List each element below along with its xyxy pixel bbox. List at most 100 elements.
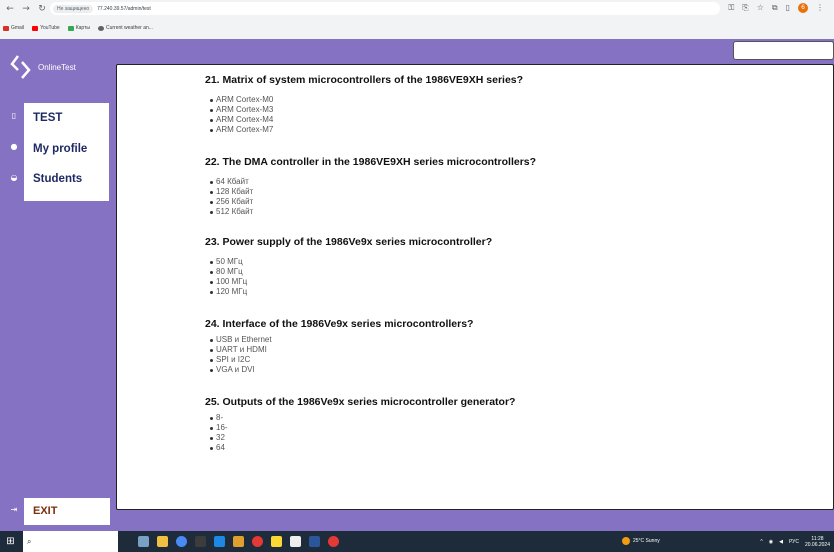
question-block: 21. Matrix of system microcontrollers of… xyxy=(205,74,523,135)
explorer-icon[interactable] xyxy=(157,536,168,547)
bookmarks-bar: Gmail YouTube Карты Current weather an..… xyxy=(0,21,834,35)
browser-chrome: ← → ↻ Не защищено 77.240.39.57/admin/tes… xyxy=(0,0,834,39)
questions-panel: 21. Matrix of system microcontrollers of… xyxy=(116,64,834,510)
answer-list: 8- 16- 32 64 xyxy=(205,413,515,453)
globe-icon xyxy=(97,25,104,31)
browser-actions: ⚿ ⎘ ☆ ⧉ ▯ 6 ⋮ xyxy=(728,3,824,13)
answer-option[interactable]: 16- xyxy=(210,423,515,433)
sidepanel-icon[interactable]: ▯ xyxy=(786,3,790,13)
extensions-icon[interactable]: ⧉ xyxy=(772,3,778,13)
question-title: 21. Matrix of system microcontrollers of… xyxy=(205,74,524,86)
taskbar-search-input[interactable]: ⌕ xyxy=(23,531,118,552)
forward-icon[interactable]: → xyxy=(20,3,32,15)
question-title: 24. Interface of the 1986Ve9x series mic… xyxy=(205,318,474,330)
search-input[interactable] xyxy=(733,41,834,60)
url-text[interactable]: 77.240.39.57/admin/test xyxy=(97,6,151,12)
answer-option[interactable]: 32 xyxy=(210,433,515,443)
chrome-icon[interactable] xyxy=(176,536,187,547)
group-icon: ◒ xyxy=(10,173,18,182)
opera-icon[interactable] xyxy=(328,536,339,547)
book-icon: ▯ xyxy=(11,111,17,120)
weather-text: 25°C Sunny xyxy=(633,538,660,544)
answer-list: ARM Cortex-M0 ARM Cortex-M3 ARM Cortex-M… xyxy=(205,95,523,135)
answer-option[interactable]: 256 Кбайт xyxy=(210,197,536,207)
notes-icon[interactable] xyxy=(290,536,301,547)
app-frame: OnlineTest ▯ ● ◒ TEST My profile Student… xyxy=(0,39,834,531)
answer-option[interactable]: 50 МГц xyxy=(210,257,492,267)
sun-icon xyxy=(622,537,630,545)
maps-icon xyxy=(67,25,74,31)
youtube-icon xyxy=(32,25,39,31)
yandex-icon[interactable] xyxy=(252,536,263,547)
question-title: 22. The DMA controller in the 1986VE9XH … xyxy=(205,156,537,168)
star-icon[interactable]: ☆ xyxy=(757,3,764,13)
answer-option[interactable]: ARM Cortex-M0 xyxy=(210,95,523,105)
bookmark-youtube[interactable]: YouTube xyxy=(32,25,60,31)
sidebar-item-students[interactable]: Students xyxy=(24,164,109,195)
answer-list: 64 Кбайт 128 Кбайт 256 Кбайт 512 Кбайт xyxy=(205,177,536,217)
logo-mark-icon xyxy=(10,55,31,79)
word-icon[interactable] xyxy=(309,536,320,547)
taskbar-apps xyxy=(138,536,339,547)
question-block: 23. Power supply of the 1986Ve9x series … xyxy=(205,236,492,297)
address-bar[interactable]: Не защищено 77.240.39.57/admin/test xyxy=(50,2,720,15)
sidebar-item-test[interactable]: TEST xyxy=(24,103,109,134)
gmail-icon xyxy=(3,25,9,31)
translate-icon[interactable]: ⎘ xyxy=(742,3,748,13)
browser-navbar: ← → ↻ Не защищено 77.240.39.57/admin/tes… xyxy=(0,0,834,17)
language-indicator[interactable]: РУС xyxy=(789,539,799,545)
answer-option[interactable]: 8- xyxy=(210,413,515,423)
answer-option[interactable]: UART и HDMI xyxy=(210,345,473,355)
task-view-icon[interactable] xyxy=(138,536,149,547)
profile-avatar[interactable]: 6 xyxy=(798,3,808,13)
terminal-icon[interactable] xyxy=(195,536,206,547)
sidebar-menu: TEST My profile Students xyxy=(24,103,109,201)
answer-option[interactable]: 512 Кбайт xyxy=(210,207,536,217)
answer-option[interactable]: ARM Cortex-M7 xyxy=(210,125,523,135)
reload-icon[interactable]: ↻ xyxy=(36,3,48,15)
answer-option[interactable]: 128 Кбайт xyxy=(210,187,536,197)
clock-date: 20.06.2024 xyxy=(804,541,830,548)
system-tray: ^ ◉ ◀ РУС 11:28 20.06.2024 xyxy=(760,531,830,552)
answer-option[interactable]: VGA и DVI xyxy=(210,365,473,375)
bookmark-gmail[interactable]: Gmail xyxy=(3,25,24,31)
os-taskbar: ⊞ ⌕ 25°C Sunny ^ ◉ ◀ РУС 11:28 20.06.202… xyxy=(0,531,834,552)
exit-icon: ⇥ xyxy=(10,505,18,514)
files-icon[interactable] xyxy=(233,536,244,547)
app-logo[interactable]: OnlineTest xyxy=(10,54,76,80)
question-block: 25. Outputs of the 1986Ve9x series micro… xyxy=(205,396,515,453)
volume-icon[interactable]: ◀ xyxy=(779,539,783,545)
yandex-disk-icon[interactable] xyxy=(271,536,282,547)
answer-option[interactable]: 100 МГц xyxy=(210,277,492,287)
vscode-icon[interactable] xyxy=(214,536,225,547)
answer-list: 50 МГц 80 МГц 100 МГц 120 МГц xyxy=(205,257,492,297)
logo-text: OnlineTest xyxy=(38,62,76,72)
answer-option[interactable]: USB и Ethernet xyxy=(210,335,473,345)
answer-option[interactable]: 120 МГц xyxy=(210,287,492,297)
answer-list: USB и Ethernet UART и HDMI SPI и I2C VGA… xyxy=(205,335,473,375)
windows-start-icon[interactable]: ⊞ xyxy=(4,535,17,548)
menu-dots-icon[interactable]: ⋮ xyxy=(816,3,824,13)
network-icon[interactable]: ◉ xyxy=(769,539,773,545)
sidebar-item-my-profile[interactable]: My profile xyxy=(24,134,109,165)
question-title: 23. Power supply of the 1986Ve9x series … xyxy=(205,236,493,248)
question-title: 25. Outputs of the 1986Ve9x series micro… xyxy=(205,396,516,408)
answer-option[interactable]: 64 Кбайт xyxy=(210,177,536,187)
question-block: 24. Interface of the 1986Ve9x series mic… xyxy=(205,318,473,375)
answer-option[interactable]: 64 xyxy=(210,443,515,453)
weather-widget[interactable]: 25°C Sunny xyxy=(622,537,660,545)
answer-option[interactable]: ARM Cortex-M3 xyxy=(210,105,523,115)
answer-option[interactable]: 80 МГц xyxy=(210,267,492,277)
clock[interactable]: 11:28 20.06.2024 xyxy=(805,536,830,548)
tray-chevron-icon[interactable]: ^ xyxy=(760,539,762,545)
bookmark-maps[interactable]: Карты xyxy=(67,25,90,31)
question-block: 22. The DMA controller in the 1986VE9XH … xyxy=(205,156,536,217)
answer-option[interactable]: SPI и I2C xyxy=(210,355,473,365)
back-icon[interactable]: ← xyxy=(4,3,16,15)
security-badge[interactable]: Не защищено xyxy=(53,4,94,13)
exit-button[interactable]: EXIT xyxy=(24,498,110,525)
key-icon[interactable]: ⚿ xyxy=(728,3,734,13)
bookmark-weather[interactable]: Current weather an... xyxy=(97,25,153,31)
answer-option[interactable]: ARM Cortex-M4 xyxy=(210,115,523,125)
user-icon: ● xyxy=(10,142,18,151)
